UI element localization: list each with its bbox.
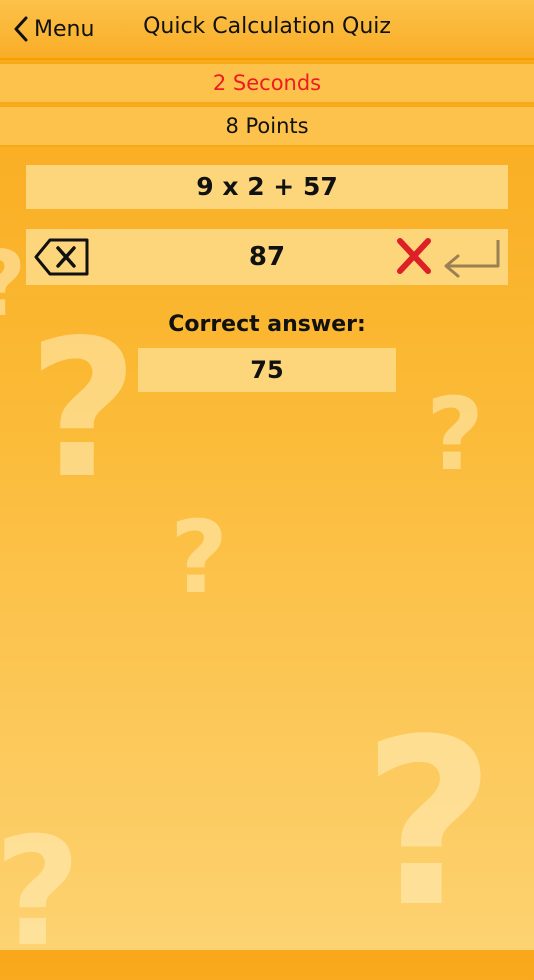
enter-button[interactable] [438, 236, 504, 282]
question-mark-decoration: ? [362, 691, 496, 958]
points-display: 8 Points [0, 105, 534, 147]
page-title: Quick Calculation Quiz [143, 14, 391, 39]
backspace-button[interactable] [34, 237, 90, 281]
timer-display: 2 Seconds [0, 62, 534, 104]
question-expression: 9 x 2 + 57 [26, 165, 508, 209]
question-mark-decoration: ? [426, 376, 485, 493]
wrong-x-icon [397, 238, 431, 274]
question-mark-decoration: ? [28, 299, 139, 520]
nav-bar: Menu Quick Calculation Quiz [0, 0, 534, 60]
question-mark-decoration: ? [0, 806, 82, 980]
enter-arrow-icon [444, 240, 500, 278]
correct-answer-label: Correct answer: [168, 312, 366, 337]
answer-input[interactable]: 87 [26, 229, 508, 285]
backspace-icon [34, 238, 89, 276]
answer-row: 87 [26, 229, 508, 285]
question-mark-decoration: ? [170, 499, 229, 616]
correct-answer-value: 75 [138, 348, 396, 392]
wrong-answer-mark [396, 237, 432, 279]
